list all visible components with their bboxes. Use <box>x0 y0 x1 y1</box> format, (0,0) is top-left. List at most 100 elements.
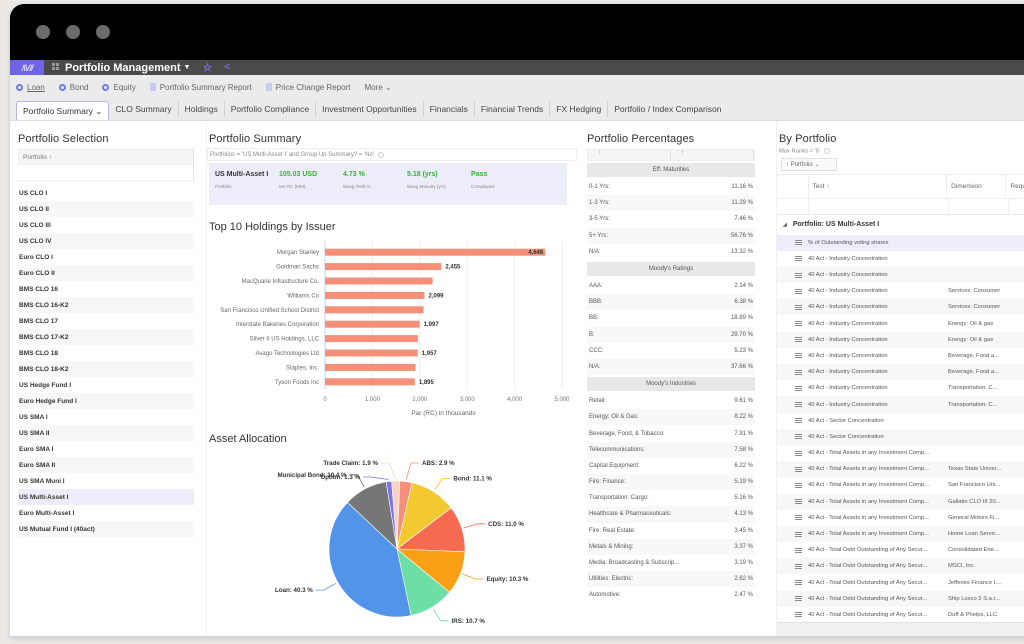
drag-handle-icon[interactable] <box>795 580 802 586</box>
drag-handle-icon[interactable] <box>795 256 802 262</box>
tab[interactable]: Financial Trends <box>473 101 549 117</box>
bar[interactable] <box>325 378 415 386</box>
table-row[interactable]: 40 Act - Industry Concentration Beverage,… <box>777 348 1024 364</box>
portfolio-list-item[interactable]: Euro Multi-Asset I <box>18 505 194 521</box>
portfolio-list-item[interactable]: US SMA I <box>18 409 194 425</box>
portfolio-list-item[interactable]: BMS CLO 16 <box>18 281 194 297</box>
table-row[interactable]: 40 Act - Total Debt Outstanding of Any S… <box>777 590 1024 607</box>
portfolio-list-item[interactable]: US CLO IV <box>18 233 194 249</box>
drag-handle-icon[interactable] <box>795 596 802 602</box>
drag-handle-icon[interactable] <box>795 304 802 310</box>
portfolio-list-item[interactable]: Euro Hedge Fund I <box>18 393 194 409</box>
tab[interactable]: CLO Summary <box>109 101 177 117</box>
sort-icon[interactable]: ↑ <box>588 150 671 160</box>
star-icon[interactable]: ☆ <box>202 61 212 74</box>
drag-handle-icon[interactable] <box>795 418 802 424</box>
portfolio-list-item[interactable]: US CLO III <box>18 217 194 233</box>
column-header-portfolio[interactable]: Portfolio ↑ <box>18 149 194 182</box>
drag-handle-icon[interactable] <box>795 515 802 521</box>
table-row[interactable]: 40 Act - Total Assets in any Investment … <box>777 477 1024 493</box>
horizontal-scrollbar[interactable] <box>777 622 1024 636</box>
table-row[interactable]: 40 Act - Sector Concentration <box>777 428 1024 445</box>
portfolio-list-item[interactable]: Euro SMA II <box>18 457 194 473</box>
portfolio-list-item[interactable]: US CLO I <box>18 185 194 201</box>
portfolio-list-item[interactable]: Euro CLO I <box>18 249 194 265</box>
portfolio-list-item[interactable]: US Mutual Fund I (40act) <box>18 521 194 537</box>
tab[interactable]: Portfolio / Index Comparison <box>607 101 727 117</box>
portfolio-list-item[interactable]: BMS CLO 17-K2 <box>18 329 194 345</box>
portfolio-list-item[interactable]: BMS CLO 18-K2 <box>18 361 194 377</box>
table-row[interactable]: 40 Act - Industry Concentration Transport… <box>777 396 1024 413</box>
bar[interactable] <box>325 263 442 271</box>
tab[interactable]: Holdings <box>177 101 224 117</box>
column-header-dimension[interactable]: Dimension <box>947 174 1007 198</box>
dimension-filter-input[interactable] <box>949 198 1009 214</box>
column-header-requirement[interactable]: Requ <box>1006 175 1024 198</box>
drag-handle-icon[interactable] <box>795 288 802 294</box>
bar[interactable] <box>325 320 420 328</box>
drag-handle-icon[interactable] <box>795 563 802 569</box>
bar[interactable] <box>325 335 418 343</box>
bar[interactable] <box>325 349 418 357</box>
window-maximize-button[interactable] <box>96 25 110 39</box>
drag-handle-icon[interactable] <box>795 402 802 407</box>
drag-handle-icon[interactable] <box>795 547 802 553</box>
portfolio-list-item[interactable]: US Multi-Asset I <box>18 489 194 505</box>
tab[interactable]: Investment Opportunities <box>315 101 423 117</box>
filter-summary[interactable]: Max Ranks = '5' <box>779 148 1024 155</box>
sort-icon[interactable]: ↑ <box>671 150 754 160</box>
group-row[interactable]: ◢ Portfolio: US Multi-Asset I <box>777 215 1024 235</box>
toolbar-item[interactable]: Price Change Report <box>265 83 350 92</box>
table-row[interactable]: 40 Act - Total Debt Outstanding of Any S… <box>777 574 1024 590</box>
table-row[interactable]: 40 Act - Industry Concentration <box>777 266 1024 284</box>
table-row[interactable]: 40 Act - Industry Concentration <box>777 251 1024 267</box>
drag-handle-icon[interactable] <box>795 385 802 391</box>
drag-handle-icon[interactable] <box>795 321 802 327</box>
drag-handle-icon[interactable] <box>795 612 802 618</box>
drag-handle-icon[interactable] <box>795 272 802 278</box>
table-row[interactable]: 40 Act - Total Debt Outstanding of Any S… <box>777 542 1024 558</box>
drag-handle-icon[interactable] <box>795 499 802 505</box>
share-icon[interactable]: < <box>224 62 230 73</box>
collapse-icon[interactable]: ◢ <box>783 222 787 228</box>
chevron-down-icon[interactable]: ▼ <box>184 64 191 71</box>
window-minimize-button[interactable] <box>66 25 80 39</box>
bar[interactable] <box>325 277 433 285</box>
table-row[interactable]: 40 Act - Industry Concentration Beverage,… <box>777 364 1024 381</box>
tab[interactable]: Portfolio Compliance <box>223 101 315 117</box>
table-row[interactable]: 40 Act - Industry Concentration Energy: O… <box>777 331 1024 348</box>
drag-handle-icon[interactable] <box>795 369 802 375</box>
drag-handle-icon[interactable] <box>795 482 802 488</box>
test-filter-input[interactable] <box>809 198 949 214</box>
table-row[interactable]: % of Outstanding voting shares <box>777 234 1024 251</box>
toolbar-item[interactable]: Portfolio Summary Report <box>149 83 252 92</box>
portfolio-list-item[interactable]: Euro SMA I <box>18 441 194 457</box>
portfolio-list-item[interactable]: Euro CLO II <box>18 265 194 281</box>
drag-handle-icon[interactable] <box>795 450 802 456</box>
column-filter-input[interactable] <box>18 165 194 181</box>
info-icon[interactable] <box>824 148 831 154</box>
bar[interactable] <box>325 248 546 256</box>
portfolio-list-item[interactable]: US SMA Muni I <box>18 473 194 489</box>
toolbar-item[interactable]: Bond <box>58 83 88 92</box>
table-row[interactable]: 40 Act - Industry Concentration Services:… <box>777 283 1024 299</box>
table-row[interactable]: 40 Act - Total Assets in any Investment … <box>777 445 1024 461</box>
logo-icon[interactable]: /\V// <box>10 60 44 75</box>
drag-handle-icon[interactable] <box>795 466 802 472</box>
bar[interactable] <box>325 291 425 299</box>
bar[interactable] <box>325 363 416 371</box>
table-row[interactable]: 40 Act - Industry Concentration Energy: O… <box>777 315 1024 331</box>
tab[interactable]: Financials <box>422 101 474 117</box>
bar[interactable] <box>325 306 424 314</box>
group-by-portfolio-button[interactable]: ↑ Portfolio ⌄ <box>781 157 837 171</box>
portfolio-list-item[interactable]: BMS CLO 18 <box>18 345 194 361</box>
tab[interactable]: Portfolio Summary ⌄ <box>16 101 110 120</box>
info-icon[interactable] <box>377 151 384 158</box>
drag-handle-icon[interactable] <box>795 531 802 537</box>
toolbar-item[interactable]: Loan <box>16 83 45 92</box>
toolbar-item[interactable]: Equity <box>102 83 136 92</box>
table-row[interactable]: 40 Act - Total Debt Outstanding of Any S… <box>777 607 1024 623</box>
portfolio-list-item[interactable]: US Hedge Fund I <box>18 377 194 393</box>
table-row[interactable]: 40 Act - Total Debt Outstanding of Any S… <box>777 558 1024 575</box>
tab[interactable]: FX Hedging <box>549 101 607 117</box>
